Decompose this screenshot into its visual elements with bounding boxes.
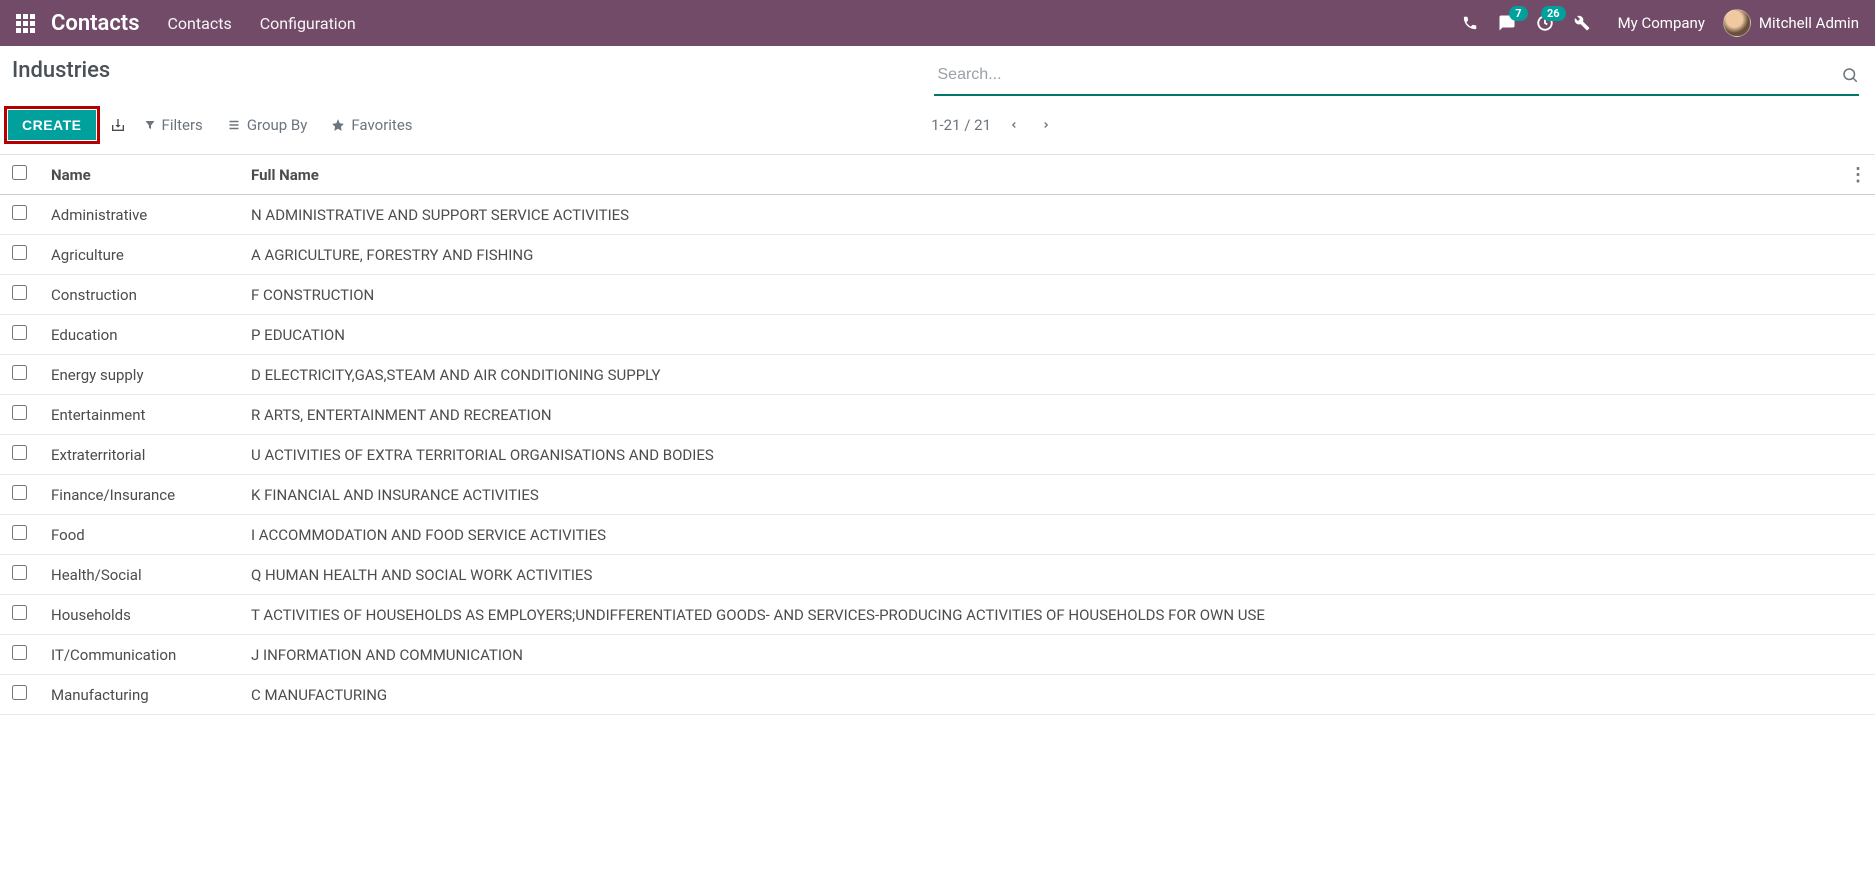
favorites-label: Favorites	[351, 116, 412, 134]
cell-full-name: Q HUMAN HEALTH AND SOCIAL WORK ACTIVITIE…	[239, 555, 1875, 595]
cell-full-name: A AGRICULTURE, FORESTRY AND FISHING	[239, 235, 1875, 275]
cell-name: Entertainment	[39, 395, 239, 435]
cell-name: IT/Communication	[39, 635, 239, 675]
cell-name: Finance/Insurance	[39, 475, 239, 515]
messages-badge: 7	[1509, 6, 1527, 21]
user-name: Mitchell Admin	[1759, 14, 1859, 32]
table-header-row: Name Full Name ⋮	[0, 155, 1875, 195]
cell-full-name: K FINANCIAL AND INSURANCE ACTIVITIES	[239, 475, 1875, 515]
row-checkbox[interactable]	[12, 445, 27, 460]
cell-name: Manufacturing	[39, 675, 239, 715]
activities-icon[interactable]: 26	[1536, 14, 1554, 32]
chevron-right-icon	[1041, 117, 1051, 133]
cell-name: Households	[39, 595, 239, 635]
user-menu[interactable]: Mitchell Admin	[1723, 9, 1859, 37]
pager-prev[interactable]	[1005, 113, 1023, 137]
table-row[interactable]: ExtraterritorialU ACTIVITIES OF EXTRA TE…	[0, 435, 1875, 475]
group-by-label: Group By	[247, 116, 308, 134]
avatar	[1723, 9, 1751, 37]
table-row[interactable]: IT/CommunicationJ INFORMATION AND COMMUN…	[0, 635, 1875, 675]
top-navbar: Contacts Contacts Configuration 7 26 My …	[0, 0, 1875, 46]
cell-full-name: P EDUCATION	[239, 315, 1875, 355]
row-checkbox[interactable]	[12, 525, 27, 540]
row-checkbox[interactable]	[12, 605, 27, 620]
col-full-name-label: Full Name	[251, 166, 319, 184]
download-icon[interactable]	[106, 113, 130, 137]
row-checkbox[interactable]	[12, 325, 27, 340]
select-all-checkbox[interactable]	[12, 165, 27, 180]
columns-menu-icon[interactable]: ⋮	[1849, 164, 1867, 185]
col-full-name[interactable]: Full Name ⋮	[239, 155, 1875, 195]
row-checkbox[interactable]	[12, 205, 27, 220]
filters-label: Filters	[162, 116, 203, 134]
funnel-icon	[144, 119, 156, 131]
phone-icon[interactable]	[1462, 15, 1478, 31]
table-row[interactable]: FoodI ACCOMMODATION AND FOOD SERVICE ACT…	[0, 515, 1875, 555]
row-checkbox[interactable]	[12, 405, 27, 420]
cell-full-name: C MANUFACTURING	[239, 675, 1875, 715]
cell-name: Food	[39, 515, 239, 555]
row-checkbox[interactable]	[12, 365, 27, 380]
nav-link-contacts[interactable]: Contacts	[168, 14, 232, 33]
table-row[interactable]: Health/SocialQ HUMAN HEALTH AND SOCIAL W…	[0, 555, 1875, 595]
table-row[interactable]: HouseholdsT ACTIVITIES OF HOUSEHOLDS AS …	[0, 595, 1875, 635]
pager-text[interactable]: 1-21 / 21	[931, 116, 991, 134]
messages-icon[interactable]: 7	[1498, 14, 1516, 32]
search-icon[interactable]	[1841, 66, 1859, 84]
cell-name: Health/Social	[39, 555, 239, 595]
table-row[interactable]: Finance/InsuranceK FINANCIAL AND INSURAN…	[0, 475, 1875, 515]
favorites-button[interactable]: Favorites	[331, 116, 412, 134]
cell-full-name: N ADMINISTRATIVE AND SUPPORT SERVICE ACT…	[239, 195, 1875, 235]
table-row[interactable]: ManufacturingC MANUFACTURING	[0, 675, 1875, 715]
activities-badge: 26	[1541, 6, 1566, 21]
list-icon	[227, 119, 241, 131]
table-row[interactable]: EntertainmentR ARTS, ENTERTAINMENT AND R…	[0, 395, 1875, 435]
table-row[interactable]: ConstructionF CONSTRUCTION	[0, 275, 1875, 315]
control-panel: Industries CREATE Filters	[0, 46, 1875, 140]
row-checkbox[interactable]	[12, 645, 27, 660]
page-title: Industries	[12, 58, 934, 83]
tools-icon[interactable]	[1574, 15, 1590, 31]
cell-full-name: J INFORMATION AND COMMUNICATION	[239, 635, 1875, 675]
row-checkbox[interactable]	[12, 565, 27, 580]
row-checkbox[interactable]	[12, 285, 27, 300]
table-row[interactable]: EducationP EDUCATION	[0, 315, 1875, 355]
app-brand[interactable]: Contacts	[51, 11, 140, 36]
row-checkbox[interactable]	[12, 485, 27, 500]
table-row[interactable]: AdministrativeN ADMINISTRATIVE AND SUPPO…	[0, 195, 1875, 235]
apps-icon[interactable]	[16, 14, 35, 33]
pager-next[interactable]	[1037, 113, 1055, 137]
star-icon	[331, 118, 345, 132]
row-checkbox[interactable]	[12, 685, 27, 700]
cell-full-name: T ACTIVITIES OF HOUSEHOLDS AS EMPLOYERS;…	[239, 595, 1875, 635]
cell-full-name: F CONSTRUCTION	[239, 275, 1875, 315]
search-box[interactable]	[934, 58, 1860, 96]
filters-button[interactable]: Filters	[144, 116, 203, 134]
cell-name: Education	[39, 315, 239, 355]
data-table: Name Full Name ⋮ AdministrativeN ADMINIS…	[0, 154, 1875, 715]
group-by-button[interactable]: Group By	[227, 116, 308, 134]
cell-full-name: D ELECTRICITY,GAS,STEAM AND AIR CONDITIO…	[239, 355, 1875, 395]
cell-full-name: R ARTS, ENTERTAINMENT AND RECREATION	[239, 395, 1875, 435]
nav-link-configuration[interactable]: Configuration	[260, 14, 356, 33]
cell-name: Construction	[39, 275, 239, 315]
col-name[interactable]: Name	[39, 155, 239, 195]
search-input[interactable]	[934, 60, 1836, 90]
cell-full-name: U ACTIVITIES OF EXTRA TERRITORIAL ORGANI…	[239, 435, 1875, 475]
cell-name: Agriculture	[39, 235, 239, 275]
create-button[interactable]: CREATE	[8, 110, 96, 140]
table-row[interactable]: Energy supplyD ELECTRICITY,GAS,STEAM AND…	[0, 355, 1875, 395]
chevron-left-icon	[1009, 117, 1019, 133]
company-selector[interactable]: My Company	[1618, 14, 1705, 32]
cell-full-name: I ACCOMMODATION AND FOOD SERVICE ACTIVIT…	[239, 515, 1875, 555]
row-checkbox[interactable]	[12, 245, 27, 260]
cell-name: Administrative	[39, 195, 239, 235]
cell-name: Extraterritorial	[39, 435, 239, 475]
cell-name: Energy supply	[39, 355, 239, 395]
table-row[interactable]: AgricultureA AGRICULTURE, FORESTRY AND F…	[0, 235, 1875, 275]
